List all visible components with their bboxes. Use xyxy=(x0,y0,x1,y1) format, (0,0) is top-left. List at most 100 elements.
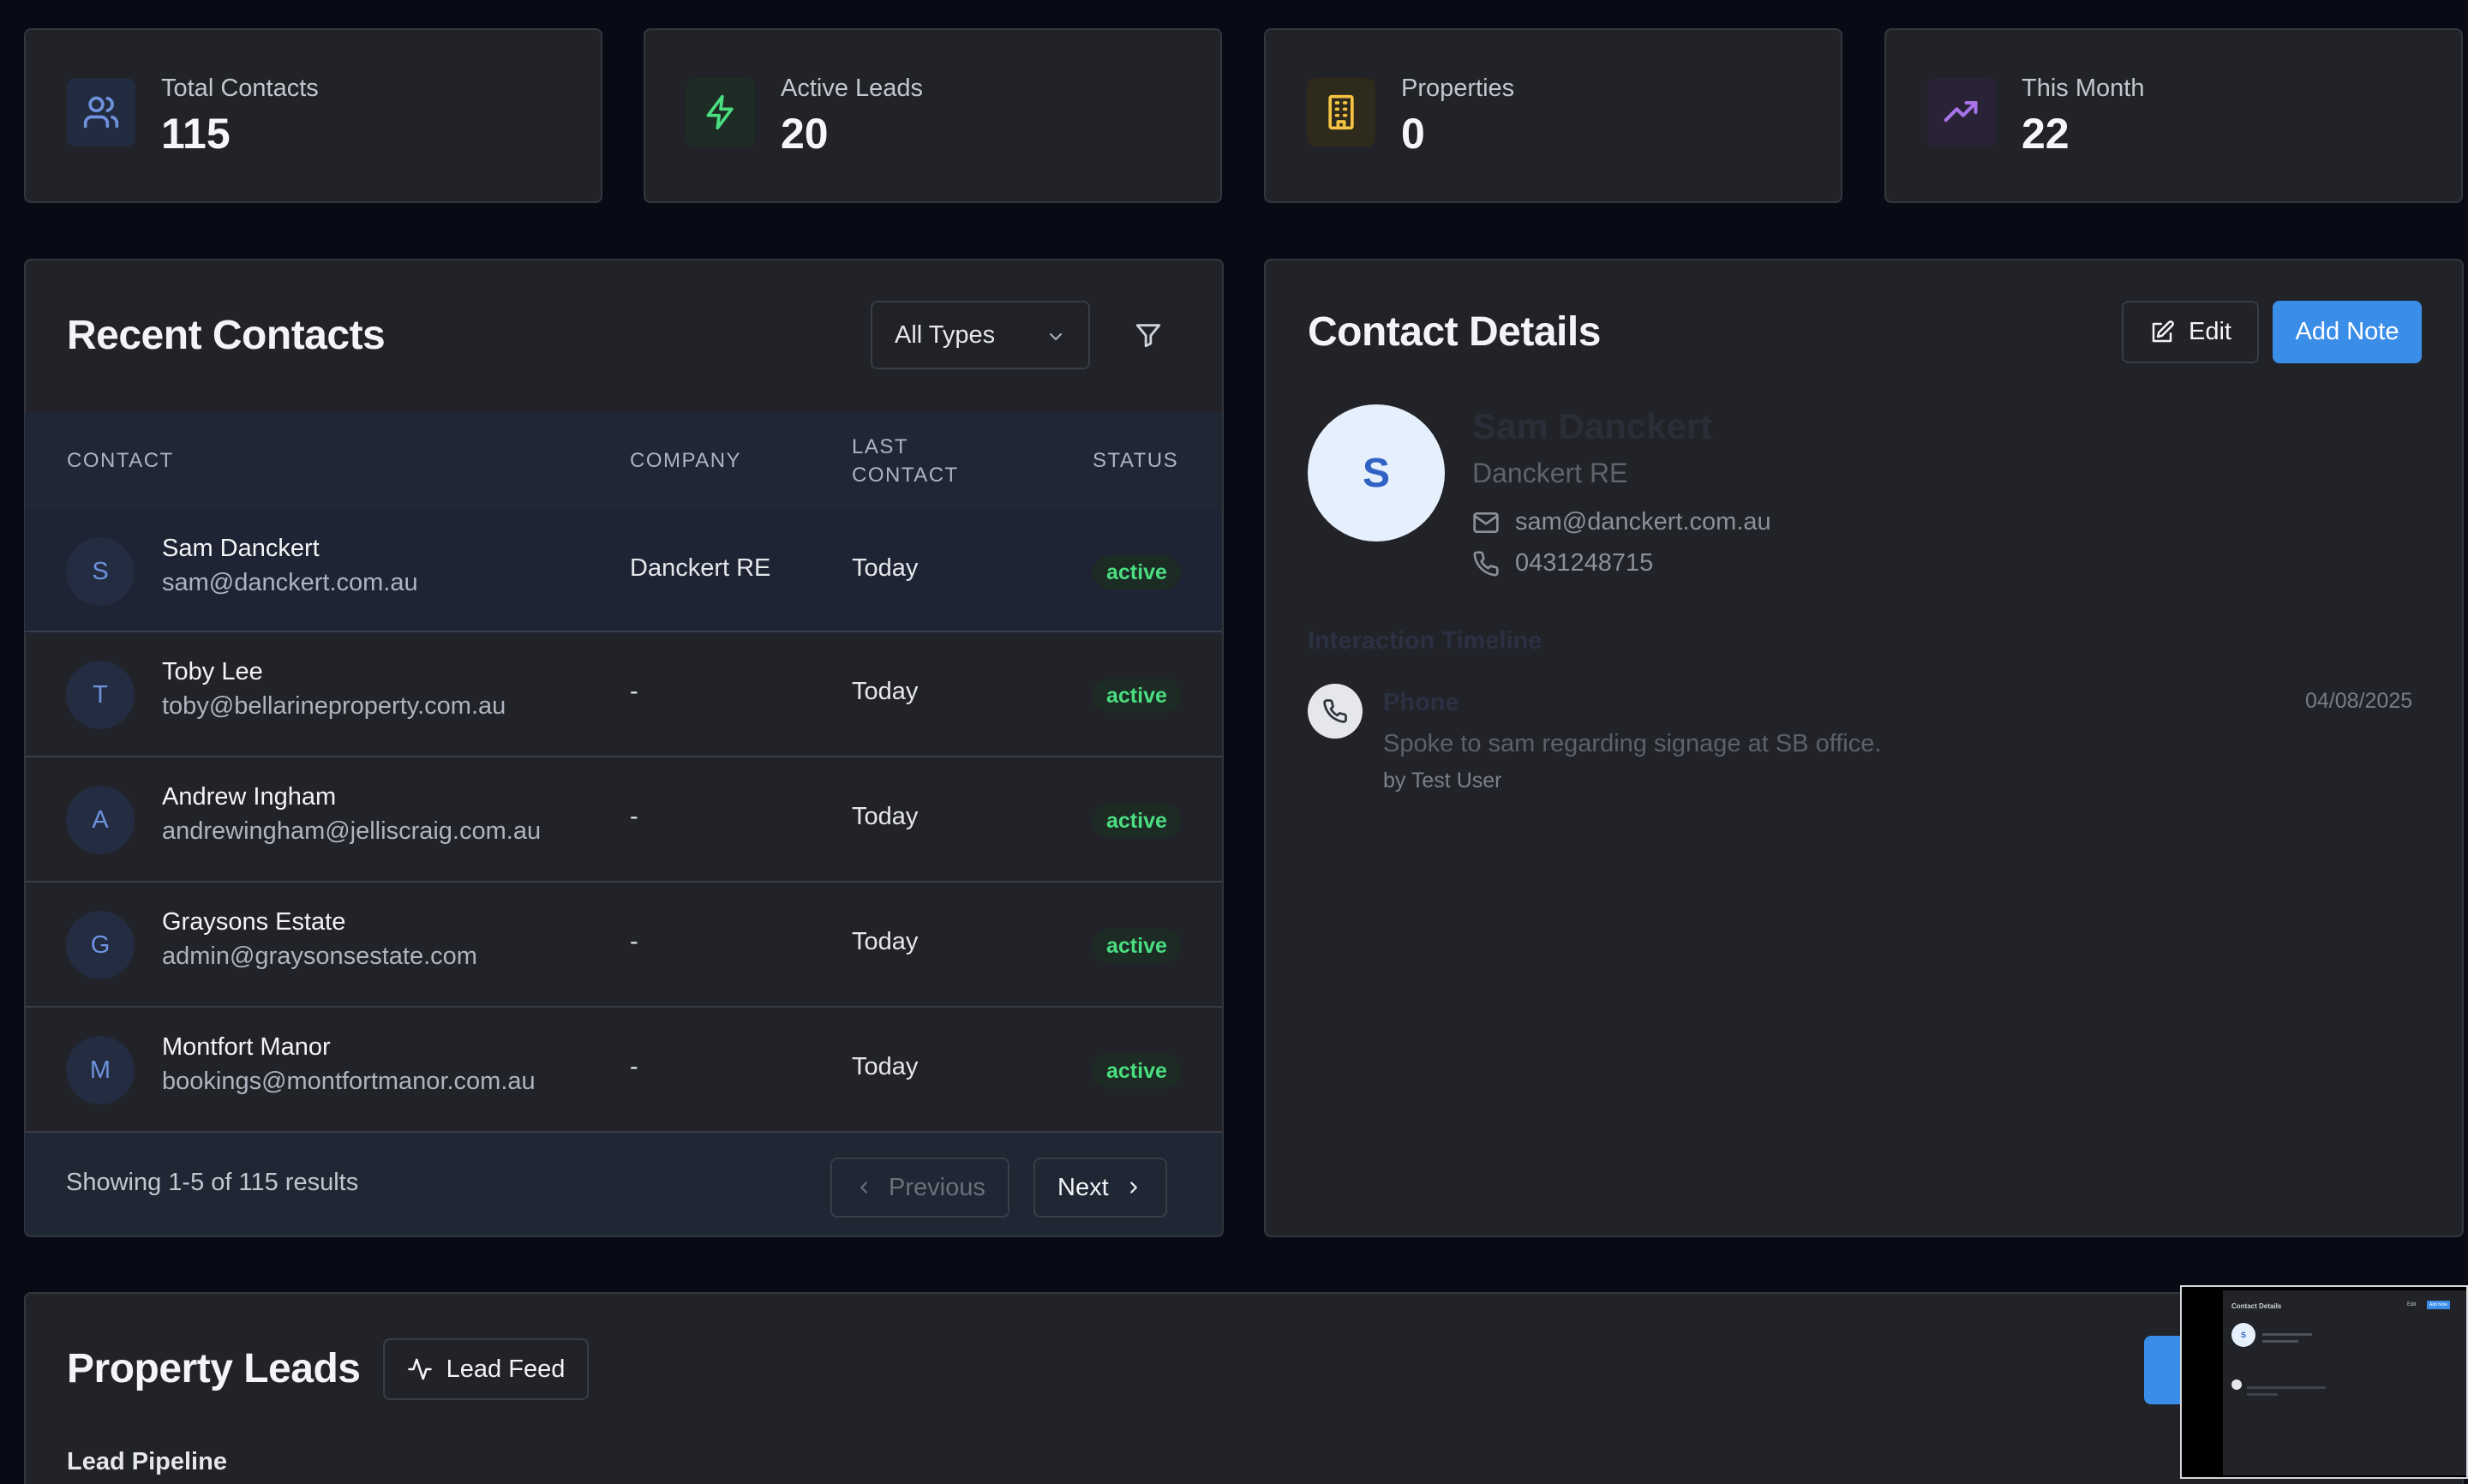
stat-value: 0 xyxy=(1401,110,1425,158)
contact-name: Montfort Manor xyxy=(162,1033,331,1061)
timeline-entry-author: by Test User xyxy=(1383,769,1502,793)
filter-icon xyxy=(1135,324,1161,348)
status-badge: active xyxy=(1093,555,1181,589)
previous-label: Previous xyxy=(889,1173,985,1201)
contact-name: Toby Lee xyxy=(162,658,263,685)
contact-email: andrewingham@jelliscraig.com.au xyxy=(162,817,542,845)
building-icon xyxy=(1307,78,1375,147)
edit-label: Edit xyxy=(2189,318,2231,345)
contact-last: Today xyxy=(852,1053,919,1080)
timeline-heading: Interaction Timeline xyxy=(1308,627,1542,655)
contact-name: Andrew Ingham xyxy=(162,783,337,811)
thumbnail-content: Contact Details Edit Add Note S xyxy=(2223,1290,2466,1475)
property-leads-title: Property Leads xyxy=(67,1346,361,1391)
contact-company: Danckert RE xyxy=(630,554,771,582)
lead-feed-label: Lead Feed xyxy=(446,1355,566,1383)
pagination-footer: Showing 1-5 of 115 results Previous Next xyxy=(25,1131,1222,1236)
chevron-down-icon xyxy=(1050,333,1062,340)
edit-button[interactable]: Edit xyxy=(2122,301,2259,363)
contact-detail-email: sam@danckert.com.au xyxy=(1472,508,1771,536)
contact-company: - xyxy=(630,678,638,705)
contact-last: Today xyxy=(852,803,919,830)
chevron-left-icon xyxy=(860,1182,867,1194)
stat-label: Properties xyxy=(1401,75,1515,102)
stat-value: 22 xyxy=(2022,110,2070,158)
contact-last: Today xyxy=(852,554,919,582)
add-note-button[interactable]: Add Note xyxy=(2273,301,2422,363)
lead-pipeline-label: Lead Pipeline xyxy=(67,1448,227,1475)
phone-icon xyxy=(1308,684,1363,739)
thumbnail-avatar: S xyxy=(2231,1323,2255,1347)
contact-avatar: S xyxy=(1308,404,1445,542)
stat-value: 115 xyxy=(161,110,231,158)
phone-icon xyxy=(1473,550,1499,577)
status-badge: active xyxy=(1093,679,1181,713)
contact-detail-company: Danckert RE xyxy=(1472,458,1628,488)
chevron-right-icon xyxy=(1129,1182,1137,1194)
stat-card-this-month: This Month 22 xyxy=(1884,28,2463,203)
stat-label: Active Leads xyxy=(781,75,924,102)
stat-label: This Month xyxy=(2022,75,2145,102)
contact-name: Graysons Estate xyxy=(162,908,346,936)
recent-contacts-title: Recent Contacts xyxy=(67,313,386,358)
thumbnail-phone-icon xyxy=(2231,1379,2242,1390)
next-button[interactable]: Next xyxy=(1033,1158,1167,1218)
table-row[interactable]: S Sam Danckert sam@danckert.com.au Danck… xyxy=(25,509,1222,634)
contact-detail-phone: 0431248715 xyxy=(1472,549,1653,577)
results-count: Showing 1-5 of 115 results xyxy=(66,1169,359,1196)
stat-label: Total Contacts xyxy=(161,75,319,102)
stat-value: 20 xyxy=(781,110,829,158)
next-label: Next xyxy=(1057,1173,1109,1201)
contact-company: - xyxy=(630,928,638,955)
lead-feed-button[interactable]: Lead Feed xyxy=(383,1338,589,1400)
lightning-icon xyxy=(686,78,755,147)
stat-card-active-leads: Active Leads 20 xyxy=(644,28,1222,203)
activity-icon xyxy=(407,1358,432,1380)
contact-email: sam@danckert.com.au xyxy=(162,569,418,596)
contact-email: bookings@montfortmanor.com.au xyxy=(162,1068,536,1095)
table-header: CONTACT COMPANY LAST CONTACT STATUS xyxy=(25,412,1222,509)
mail-icon xyxy=(1473,512,1499,533)
previous-button[interactable]: Previous xyxy=(830,1158,1009,1218)
contact-email: admin@graysonsestate.com xyxy=(162,942,477,970)
table-row[interactable]: A Andrew Ingham andrewingham@jelliscraig… xyxy=(25,756,1222,881)
avatar: M xyxy=(66,1036,135,1104)
thumbnail-line xyxy=(2247,1393,2278,1396)
thumbnail-line xyxy=(2262,1340,2298,1343)
column-header-contact: CONTACT xyxy=(67,449,174,472)
type-filter-select[interactable]: All Types xyxy=(871,301,1090,369)
thumbnail-title: Contact Details xyxy=(2231,1302,2282,1310)
column-header-last-contact: LAST CONTACT xyxy=(852,435,959,487)
table-row[interactable]: T Toby Lee toby@bellarineproperty.com.au… xyxy=(25,631,1222,756)
thumbnail-line xyxy=(2262,1333,2312,1336)
timeline-entry-type: Phone xyxy=(1383,689,1459,716)
column-header-company: COMPANY xyxy=(630,449,742,472)
contact-email: toby@bellarineproperty.com.au xyxy=(162,692,506,720)
status-badge: active xyxy=(1093,1054,1181,1088)
avatar: A xyxy=(66,786,135,854)
timeline-entry-text: Spoke to sam regarding signage at SB off… xyxy=(1383,730,1882,757)
table-row[interactable]: G Graysons Estate admin@graysonsestate.c… xyxy=(25,881,1222,1006)
avatar: G xyxy=(66,911,135,979)
column-header-status: STATUS xyxy=(1093,449,1179,472)
contact-company: - xyxy=(630,1053,638,1080)
table-row[interactable]: M Montfort Manor bookings@montfortmanor.… xyxy=(25,1006,1222,1131)
edit-icon xyxy=(2152,320,2174,342)
contact-name: Sam Danckert xyxy=(162,535,320,562)
avatar: S xyxy=(66,537,135,606)
contact-company: - xyxy=(630,803,638,830)
type-filter-value: All Types xyxy=(895,321,996,349)
users-icon xyxy=(67,78,135,147)
screenshot-thumbnail[interactable]: Contact Details Edit Add Note S xyxy=(2180,1285,2468,1479)
filter-button[interactable] xyxy=(1114,301,1183,369)
status-badge: active xyxy=(1093,804,1181,838)
contact-detail-name: Sam Danckert xyxy=(1472,406,1713,446)
contact-last: Today xyxy=(852,678,919,705)
stat-card-properties: Properties 0 xyxy=(1264,28,1842,203)
trending-up-icon xyxy=(1927,78,1996,147)
thumbnail-line xyxy=(2247,1386,2326,1389)
thumbnail-add-note: Add Note xyxy=(2427,1301,2450,1309)
status-badge: active xyxy=(1093,929,1181,963)
stat-card-total-contacts: Total Contacts 115 xyxy=(24,28,602,203)
avatar: T xyxy=(66,661,135,729)
